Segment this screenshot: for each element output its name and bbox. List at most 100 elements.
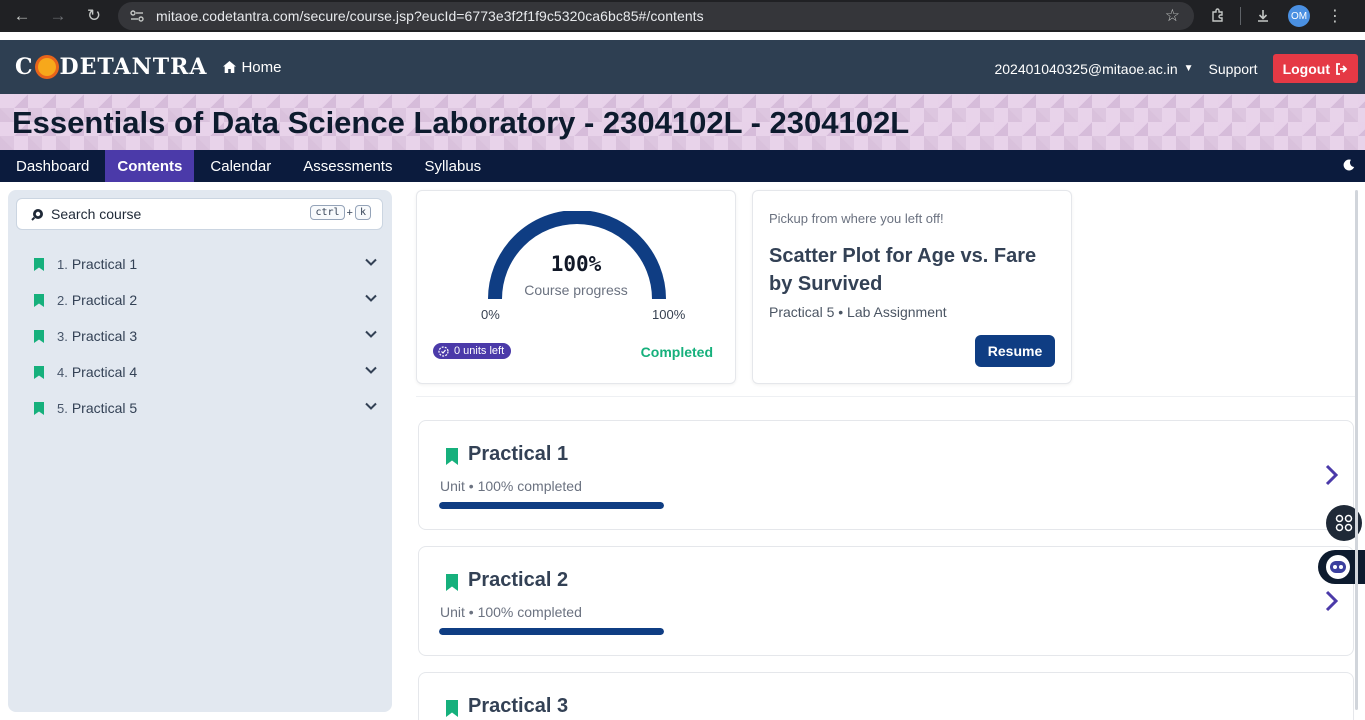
chevron-down-icon[interactable] xyxy=(364,363,378,377)
logout-button[interactable]: Logout xyxy=(1272,54,1358,83)
user-email: 202401040325@mitaoe.ac.in xyxy=(994,60,1178,77)
section-divider xyxy=(416,396,1356,397)
resume-meta: Practical 5 • Lab Assignment xyxy=(769,304,947,320)
bookmark-star-icon[interactable]: ☆ xyxy=(1165,6,1180,26)
url-text[interactable]: mitaoe.codetantra.com/secure/course.jsp?… xyxy=(156,8,704,24)
home-icon xyxy=(223,61,237,73)
chevron-down-icon[interactable] xyxy=(364,255,378,269)
sidebar-item-label: Practical 2 xyxy=(71,292,138,308)
extensions-icon[interactable] xyxy=(1200,8,1236,24)
tab-calendar[interactable]: Calendar xyxy=(194,150,287,182)
tab-contents[interactable]: Contents xyxy=(105,150,195,182)
home-label: Home xyxy=(241,58,282,76)
search-input[interactable]: Search course ctrl + k xyxy=(16,198,383,230)
codetantra-logo[interactable]: C DETANTRA xyxy=(15,54,207,80)
more-menu-icon[interactable]: ⋮ xyxy=(1317,6,1353,26)
toolbar-divider xyxy=(1240,7,1241,25)
unit-card-practical-1[interactable]: Practical 1 Unit • 100% completed xyxy=(418,420,1354,530)
sidebar-item-practical-3[interactable]: 3. Practical 3 xyxy=(34,324,378,348)
search-shortcut: ctrl + k xyxy=(310,205,371,220)
sidebar-item-label: Practical 3 xyxy=(71,328,138,344)
chevron-right-icon[interactable] xyxy=(1323,463,1339,487)
status-badge: Completed xyxy=(640,344,713,360)
course-banner: Essentials of Data Science Laboratory - … xyxy=(0,94,1365,150)
gauge-min-label: 0% xyxy=(481,307,500,322)
profile-avatar[interactable]: OM xyxy=(1281,5,1317,27)
resume-card: Pickup from where you left off! Scatter … xyxy=(752,190,1072,384)
dark-mode-moon-icon[interactable] xyxy=(1343,158,1355,174)
user-menu[interactable]: 202401040325@mitaoe.ac.in ▼ xyxy=(994,61,1193,77)
search-icon xyxy=(30,207,44,221)
reload-icon[interactable]: ↻ xyxy=(80,2,108,30)
unit-progress-fill xyxy=(439,628,664,635)
sidebar-item-practical-4[interactable]: 4. Practical 4 xyxy=(34,360,378,384)
bot-icon xyxy=(1326,555,1350,579)
course-tabs: Dashboard Contents Calendar Assessments … xyxy=(0,150,1365,182)
shortcut-plus: + xyxy=(346,206,353,219)
search-placeholder: Search course xyxy=(51,206,142,222)
logo-sun-icon xyxy=(37,58,56,76)
back-icon[interactable]: ← xyxy=(8,2,36,30)
grid-icon xyxy=(1335,514,1353,532)
chevron-down-icon[interactable] xyxy=(364,327,378,341)
bookmark-icon xyxy=(34,293,44,307)
bookmark-icon xyxy=(34,401,44,415)
sidebar-item-label: Practical 5 xyxy=(71,400,138,416)
bookmark-icon xyxy=(446,448,458,465)
sidebar-item-number: 2. xyxy=(57,292,68,308)
tab-dashboard[interactable]: Dashboard xyxy=(0,150,105,182)
shortcut-key-ctrl: ctrl xyxy=(310,205,345,220)
bookmark-icon xyxy=(446,700,458,717)
unit-title: Practical 2 xyxy=(468,569,569,591)
bookmark-icon xyxy=(34,329,44,343)
unit-card-practical-2[interactable]: Practical 2 Unit • 100% completed xyxy=(418,546,1354,656)
shortcut-key-k: k xyxy=(354,205,371,220)
course-progress-card: 100% Course progress 0% 100% 0 units lef… xyxy=(416,190,736,384)
profile-initials: OM xyxy=(1288,5,1310,27)
gauge-max-label: 100% xyxy=(652,307,686,322)
sidebar-item-practical-1[interactable]: 1. Practical 1 xyxy=(34,252,378,276)
units-left-text: 0 units left xyxy=(454,345,505,357)
timer-icon xyxy=(438,345,449,357)
unit-progress-bar xyxy=(439,628,664,635)
chevron-down-icon[interactable] xyxy=(364,291,378,305)
sidebar-item-number: 4. xyxy=(57,364,68,380)
unit-meta: Unit • 100% completed xyxy=(440,478,582,494)
browser-toolbar: ← → ↻ mitaoe.codetantra.com/secure/cours… xyxy=(0,0,1365,32)
unit-meta: Unit • 100% completed xyxy=(440,604,582,620)
sidebar-item-practical-5[interactable]: 5. Practical 5 xyxy=(34,396,378,420)
tab-syllabus[interactable]: Syllabus xyxy=(408,150,497,182)
forward-icon[interactable]: → xyxy=(44,2,72,30)
progress-label: Course progress xyxy=(524,282,628,298)
chevron-down-icon[interactable] xyxy=(364,399,378,413)
bookmark-icon xyxy=(446,574,458,591)
unit-title: Practical 3 xyxy=(468,695,569,717)
support-link[interactable]: Support xyxy=(1209,61,1258,77)
unit-title: Practical 1 xyxy=(468,443,569,465)
resume-button[interactable]: Resume xyxy=(975,335,1055,367)
sidebar-item-practical-2[interactable]: 2. Practical 2 xyxy=(34,288,378,312)
site-info-icon[interactable] xyxy=(122,10,152,22)
app-header: C DETANTRA Home 202401040325@mitaoe.ac.in… xyxy=(0,40,1365,94)
bookmark-icon xyxy=(34,365,44,379)
tab-assessments[interactable]: Assessments xyxy=(287,150,408,182)
home-link[interactable]: Home xyxy=(223,59,281,76)
resume-title[interactable]: Scatter Plot for Age vs. Fare by Survive… xyxy=(769,242,1059,298)
course-sidebar: Search course ctrl + k 1. Practical 1 2.… xyxy=(8,190,392,712)
address-bar[interactable]: mitaoe.codetantra.com/secure/course.jsp?… xyxy=(118,2,1194,30)
sidebar-item-number: 5. xyxy=(57,400,68,416)
unit-progress-fill xyxy=(439,502,664,509)
page-title: Essentials of Data Science Laboratory - … xyxy=(12,105,910,140)
sidebar-item-number: 3. xyxy=(57,328,68,344)
download-icon[interactable] xyxy=(1245,8,1281,24)
sidebar-item-number: 1. xyxy=(57,256,68,272)
bookmark-icon xyxy=(34,257,44,271)
scrollbar[interactable] xyxy=(1355,190,1358,710)
unit-card-practical-3[interactable]: Practical 3 xyxy=(418,672,1354,720)
pickup-text: Pickup from where you left off! xyxy=(769,211,944,226)
units-left-badge: 0 units left xyxy=(433,343,512,359)
caret-down-icon: ▼ xyxy=(1183,63,1194,74)
sidebar-item-label: Practical 4 xyxy=(71,364,138,380)
sign-out-icon xyxy=(1336,62,1348,75)
chevron-right-icon[interactable] xyxy=(1323,589,1339,613)
